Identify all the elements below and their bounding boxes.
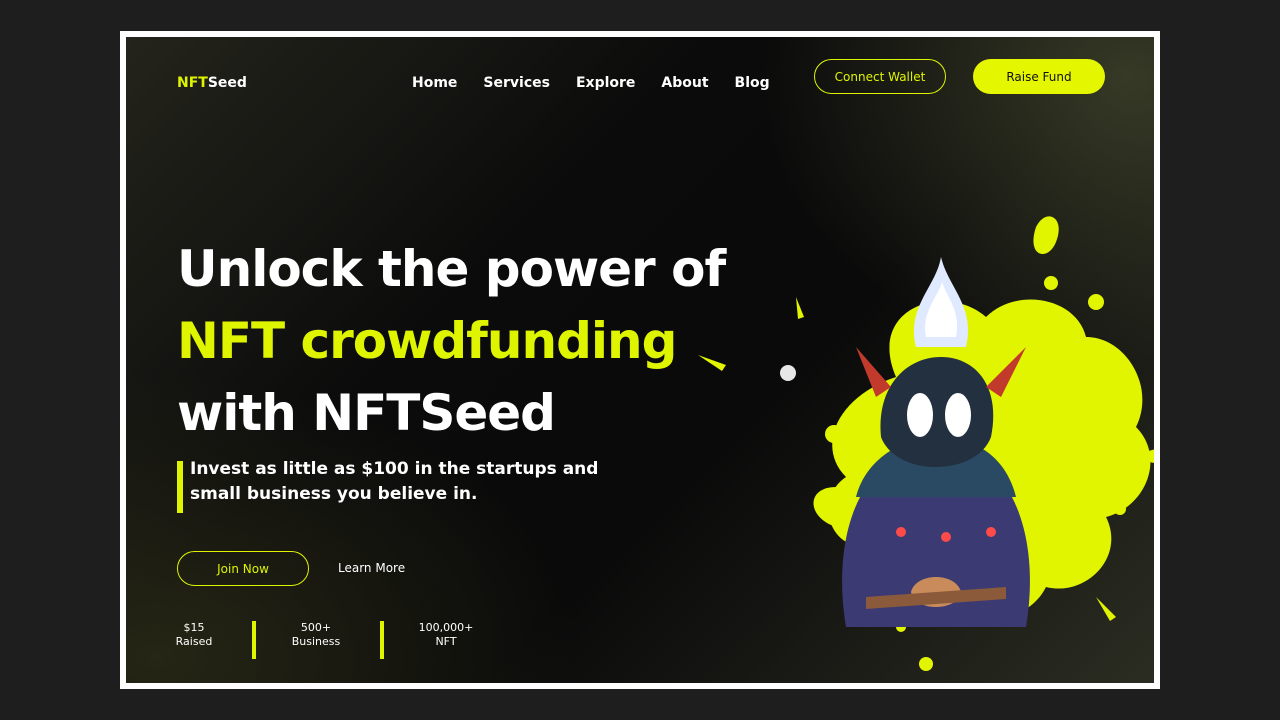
raise-fund-button[interactable]: Raise Fund — [973, 59, 1105, 94]
nav-home[interactable]: Home — [412, 75, 457, 91]
hero-section: NFTSeed Home Services Explore About Blog… — [126, 37, 1154, 683]
stat-label: NFT — [435, 635, 457, 648]
nav-blog[interactable]: Blog — [735, 75, 770, 91]
learn-more-link[interactable]: Learn More — [338, 561, 405, 575]
nav-services[interactable]: Services — [483, 75, 550, 91]
hero-headline: Unlock the power of NFT crowdfunding wit… — [177, 233, 726, 449]
stat-raised: $15 Raised — [164, 621, 224, 649]
stat-value: 500+ — [300, 621, 332, 634]
stat-nft: 100,000+ NFT — [406, 621, 486, 649]
headline-line-1: Unlock the power of — [177, 240, 726, 298]
glow-orb-icon — [780, 365, 796, 381]
logo[interactable]: NFTSeed — [177, 75, 247, 91]
page-frame: NFTSeed Home Services Explore About Blog… — [120, 31, 1160, 689]
nft-character-illustration — [698, 216, 1154, 671]
stat-label: Raised — [175, 635, 213, 648]
stat-value: 100,000+ — [418, 621, 474, 634]
logo-prefix: NFT — [177, 75, 208, 91]
headline-line-2: NFT crowdfunding — [177, 312, 677, 370]
join-now-button[interactable]: Join Now — [177, 551, 309, 586]
stat-value: $15 — [183, 621, 205, 634]
nav-about[interactable]: About — [661, 75, 708, 91]
hero-tagline: Invest as little as $100 in the startups… — [190, 459, 599, 504]
nav-explore[interactable]: Explore — [576, 75, 635, 91]
tagline-accent-bar — [177, 461, 183, 513]
stat-business: 500+ Business — [281, 621, 351, 649]
stat-label: Business — [291, 635, 341, 648]
stat-divider — [252, 621, 256, 659]
logo-suffix: Seed — [207, 75, 247, 91]
headline-line-3: with NFTSeed — [177, 384, 556, 442]
connect-wallet-button[interactable]: Connect Wallet — [814, 59, 946, 94]
main-nav: Home Services Explore About Blog — [412, 75, 796, 91]
stat-divider — [380, 621, 384, 659]
